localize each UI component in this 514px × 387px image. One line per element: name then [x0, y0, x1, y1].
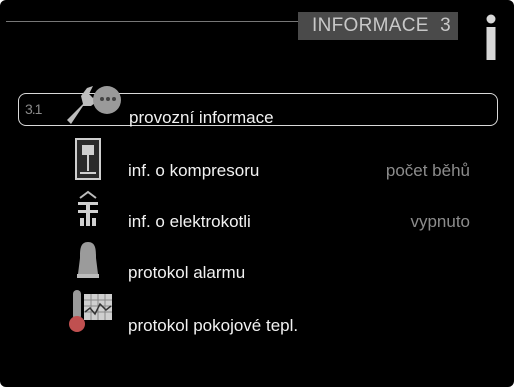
page-title: INFORMACE 3	[298, 12, 458, 40]
menu-item-protokol-pokojove-tepl[interactable]: protokol pokojové tepl.	[18, 290, 498, 342]
wrench-icon	[67, 86, 121, 124]
menu-item-label: protokol alarmu	[128, 263, 246, 282]
menu-item-value: počet běhů	[385, 161, 470, 180]
compressor-icon	[75, 138, 101, 180]
menu-item-inf-o-elektrokotli[interactable]: inf. o elektrokotli vypnuto	[18, 190, 498, 238]
header-divider	[6, 21, 298, 22]
electric-heater-icon	[78, 190, 98, 226]
menu-item-label: inf. o elektrokotli	[128, 212, 251, 231]
menu-item-label: inf. o kompresoru	[128, 161, 260, 180]
menu-item-label: protokol pokojové tepl.	[128, 316, 299, 335]
info-icon[interactable]	[484, 14, 498, 60]
menu-item-label: provozní informace	[129, 108, 274, 127]
bell-icon	[77, 242, 99, 278]
page-title-text: INFORMACE	[312, 15, 429, 36]
menu-number: 3	[440, 15, 451, 36]
menu-item-provozni-informace[interactable]: 3.1 provozní informace	[18, 86, 498, 127]
menu-item-value: vypnuto	[410, 212, 470, 231]
menu-item-index: 3.1	[25, 101, 42, 117]
display-screen: INFORMACE 3 3.1 provozní informace inf. …	[0, 0, 514, 387]
thermometer-log-icon	[69, 290, 112, 332]
menu-item-inf-o-kompresoru[interactable]: inf. o kompresoru počet běhů	[18, 138, 498, 187]
menu-item-protokol-alarmu[interactable]: protokol alarmu	[18, 242, 498, 289]
